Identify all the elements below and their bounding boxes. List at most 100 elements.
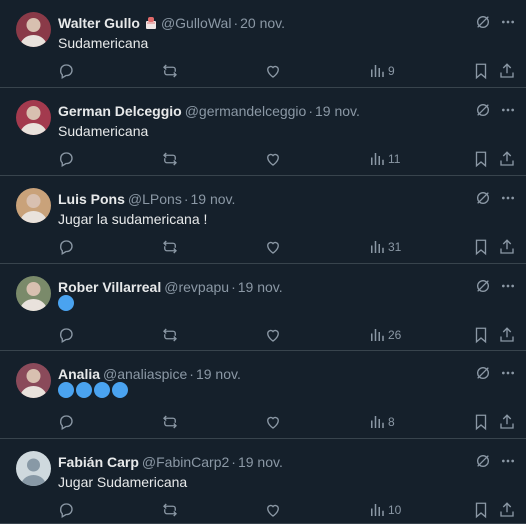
share-icon[interactable] (498, 62, 516, 80)
views-button[interactable]: 26 (368, 326, 401, 344)
repost-icon[interactable] (161, 150, 179, 168)
username[interactable]: @FabinCarp2 (142, 454, 229, 470)
post-actions: 9 (0, 62, 526, 80)
grok-icon[interactable] (475, 102, 491, 118)
emoji-badge-icon (144, 16, 158, 30)
display-name[interactable]: German Delceggio (58, 103, 182, 119)
share-icon[interactable] (498, 238, 516, 256)
reply-icon[interactable] (57, 326, 75, 344)
username[interactable]: @revpapu (164, 279, 229, 295)
post[interactable]: Fabián Carp @FabinCarp2 · 19 nov. Jugar Suda… (0, 439, 526, 524)
views-icon (368, 238, 386, 256)
bookmark-icon[interactable] (472, 238, 490, 256)
bookmark-icon[interactable] (472, 326, 490, 344)
more-icon[interactable] (500, 278, 516, 294)
post-actions: 10 (0, 501, 526, 519)
repost-icon[interactable] (161, 62, 179, 80)
like-icon[interactable] (264, 413, 282, 431)
post-actions: 31 (0, 238, 526, 256)
views-button[interactable]: 9 (368, 62, 395, 80)
post[interactable]: German Delceggio @germandelceggio · 19 nov.… (0, 88, 526, 176)
separator: · (231, 279, 236, 295)
username[interactable]: @LPons (128, 191, 182, 207)
timestamp[interactable]: 19 nov. (191, 191, 236, 207)
post[interactable]: Analia @analiaspice · 19 nov. 8 (0, 351, 526, 439)
views-button[interactable]: 31 (368, 238, 401, 256)
blue-circle-emoji-icon (112, 382, 128, 398)
post[interactable]: Walter Gullo @GulloWal · 20 nov. Sudamerican… (0, 0, 526, 88)
bookmark-icon[interactable] (472, 62, 490, 80)
bookmark-icon[interactable] (472, 413, 490, 431)
views-icon (368, 150, 386, 168)
more-icon[interactable] (500, 14, 516, 30)
like-icon[interactable] (264, 238, 282, 256)
repost-icon[interactable] (161, 238, 179, 256)
timestamp[interactable]: 19 nov. (196, 366, 241, 382)
avatar[interactable] (16, 363, 51, 398)
views-count: 26 (388, 328, 402, 342)
share-icon[interactable] (498, 413, 516, 431)
separator: · (183, 191, 189, 207)
views-icon (368, 326, 386, 344)
more-icon[interactable] (500, 453, 516, 469)
repost-icon[interactable] (161, 413, 179, 431)
more-icon[interactable] (500, 190, 516, 206)
post-header: Fabián Carp @FabinCarp2 · 19 nov. (58, 453, 283, 471)
post-actions: 26 (0, 326, 526, 344)
timestamp[interactable]: 19 nov. (238, 454, 283, 470)
views-count: 31 (388, 240, 402, 254)
grok-icon[interactable] (475, 190, 491, 206)
like-icon[interactable] (264, 150, 282, 168)
views-button[interactable]: 8 (368, 413, 395, 431)
avatar[interactable] (16, 451, 51, 486)
username[interactable]: @GulloWal (161, 15, 232, 31)
more-icon[interactable] (500, 102, 516, 118)
post-header: Walter Gullo @GulloWal · 20 nov. (58, 14, 285, 32)
display-name[interactable]: Analia (58, 366, 100, 382)
share-icon[interactable] (498, 326, 516, 344)
timestamp[interactable]: 19 nov. (315, 103, 360, 119)
grok-icon[interactable] (475, 14, 491, 30)
display-name[interactable]: Walter Gullo (58, 15, 140, 31)
bookmark-icon[interactable] (472, 150, 490, 168)
bookmark-icon[interactable] (472, 501, 490, 519)
timestamp[interactable]: 19 nov. (238, 279, 283, 295)
views-icon (368, 62, 386, 80)
like-icon[interactable] (264, 62, 282, 80)
like-icon[interactable] (264, 326, 282, 344)
post-emoji-text (58, 295, 76, 313)
display-name[interactable]: Fabián Carp (58, 454, 139, 470)
display-name[interactable]: Rober Villarreal (58, 279, 161, 295)
reply-icon[interactable] (57, 150, 75, 168)
post-header: Rober Villarreal @revpapu · 19 nov. (58, 278, 283, 296)
username[interactable]: @germandelceggio (185, 103, 307, 119)
post-actions: 11 (0, 150, 526, 168)
views-button[interactable]: 11 (368, 150, 400, 168)
views-icon (368, 501, 386, 519)
timestamp[interactable]: 20 nov. (240, 15, 285, 31)
grok-icon[interactable] (475, 278, 491, 294)
reply-icon[interactable] (57, 501, 75, 519)
display-name[interactable]: Luis Pons (58, 191, 125, 207)
post-text: Sudamericana (58, 123, 149, 139)
post[interactable]: Rober Villarreal @revpapu · 19 nov. 26 (0, 264, 526, 351)
avatar[interactable] (16, 100, 51, 135)
share-icon[interactable] (498, 501, 516, 519)
share-icon[interactable] (498, 150, 516, 168)
reply-icon[interactable] (57, 62, 75, 80)
reply-icon[interactable] (57, 413, 75, 431)
like-icon[interactable] (264, 501, 282, 519)
post-actions: 8 (0, 413, 526, 431)
more-icon[interactable] (500, 365, 516, 381)
reply-icon[interactable] (57, 238, 75, 256)
username[interactable]: @analiaspice (103, 366, 187, 382)
post[interactable]: Luis Pons @LPons · 19 nov. Jugar la sudameri… (0, 176, 526, 264)
repost-icon[interactable] (161, 326, 179, 344)
views-button[interactable]: 10 (368, 501, 401, 519)
avatar[interactable] (16, 276, 51, 311)
avatar[interactable] (16, 12, 51, 47)
avatar[interactable] (16, 188, 51, 223)
grok-icon[interactable] (475, 365, 491, 381)
repost-icon[interactable] (161, 501, 179, 519)
grok-icon[interactable] (475, 453, 491, 469)
